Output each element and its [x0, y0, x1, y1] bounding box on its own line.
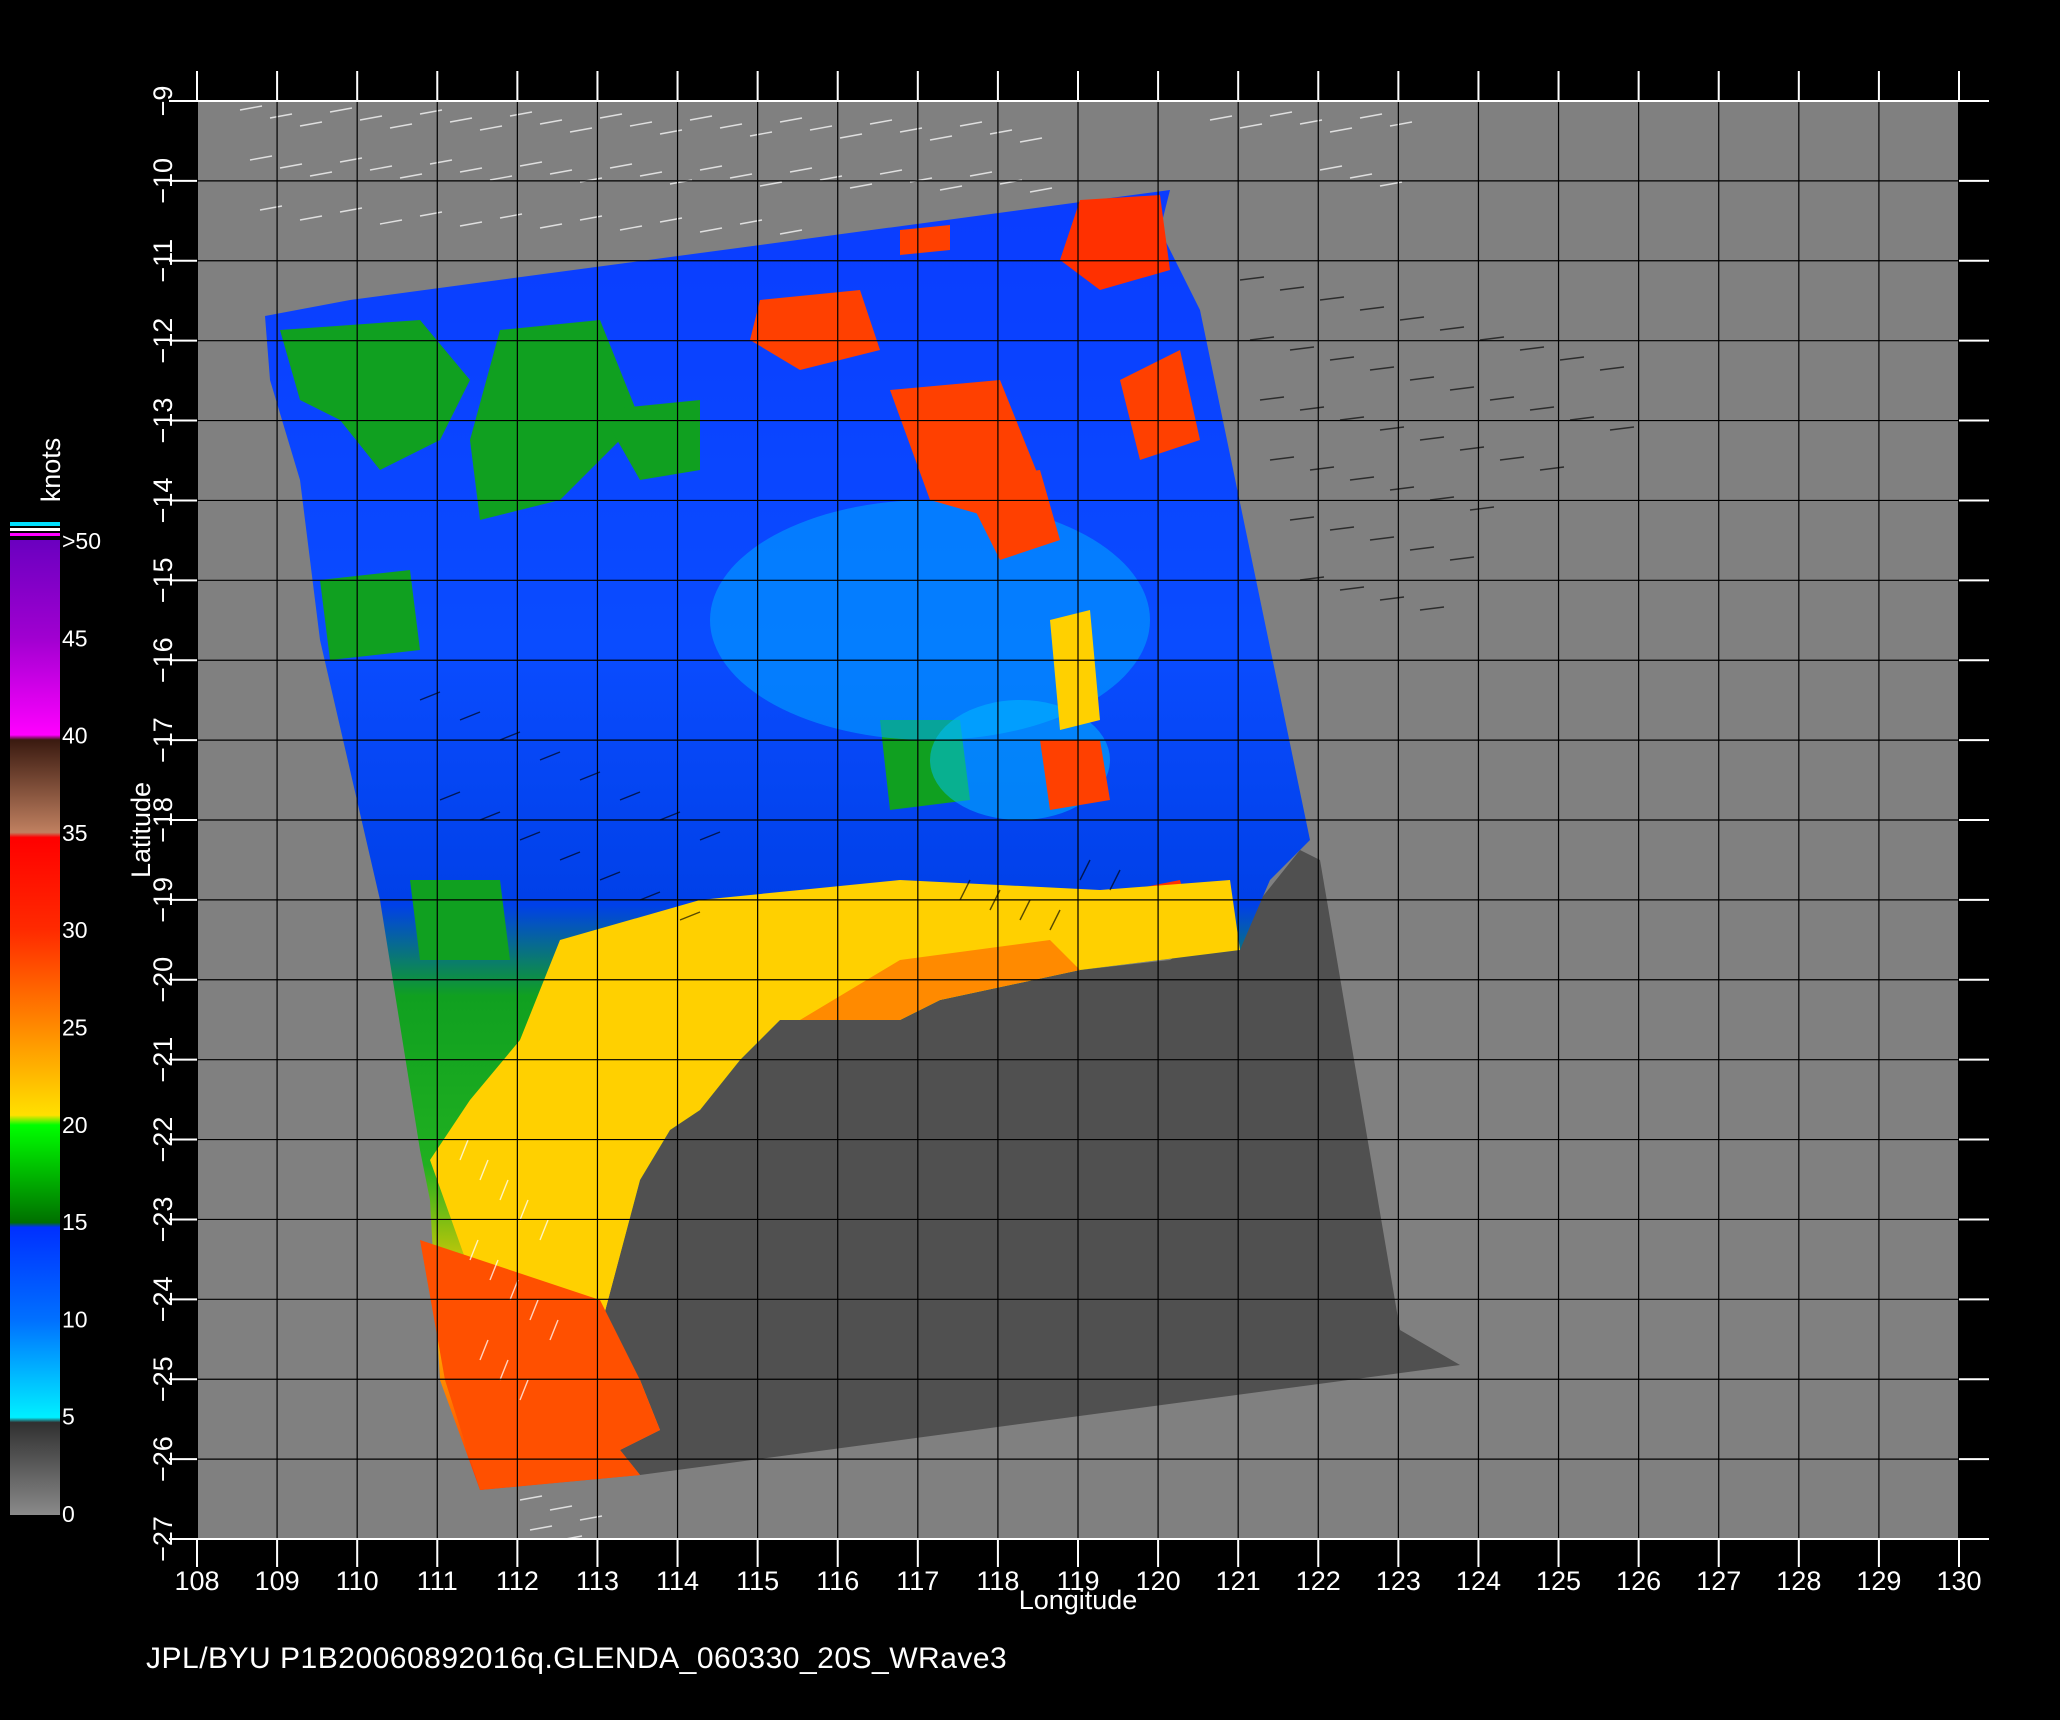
lat-tick-label: −15	[148, 557, 178, 603]
lat-tick-label: −13	[148, 398, 178, 444]
lon-tick-label: 109	[255, 1566, 300, 1596]
colorbar-label: 25	[62, 1015, 88, 1041]
lon-tick-label: 124	[1456, 1566, 1501, 1596]
wind-map: 108 109 110 111 112 113 114 115 116 117 118 119 120 1…	[10, 71, 1989, 1615]
lon-tick-label: 113	[576, 1566, 619, 1596]
lon-tick-label: 117	[896, 1566, 939, 1596]
colorbar-label: 30	[62, 917, 88, 943]
lon-tick-label: 115	[736, 1566, 779, 1596]
lat-tick-label: −23	[148, 1197, 178, 1243]
lon-tick-label: 114	[656, 1566, 699, 1596]
lon-tick-label: 120	[1136, 1566, 1181, 1596]
lon-tick-label: 108	[174, 1566, 219, 1596]
lon-tick-label: 110	[336, 1566, 379, 1596]
lat-tick-label: −14	[148, 478, 178, 524]
lat-tick-label: −20	[148, 957, 178, 1003]
lon-tick-label: 122	[1296, 1566, 1341, 1596]
y-axis-title: Latitude	[126, 782, 156, 878]
lon-tick-label: 129	[1856, 1566, 1901, 1596]
lon-tick-label: 126	[1616, 1566, 1661, 1596]
footer-caption: JPL/BYU P1B20060892016q.GLENDA_060330_20…	[146, 1642, 1008, 1675]
lat-tick-label: −16	[148, 637, 178, 683]
colorbar-unit: knots	[36, 438, 66, 503]
lat-tick-label: −22	[148, 1117, 178, 1163]
colorbar-label: >50	[62, 528, 101, 554]
colorbar-label: 0	[62, 1501, 75, 1527]
lat-tick-label: −17	[148, 717, 178, 763]
lon-tick-label: 116	[816, 1566, 859, 1596]
lat-tick-label: −11	[148, 239, 178, 283]
lon-tick-label: 127	[1696, 1566, 1741, 1596]
colorbar-gradient	[10, 540, 60, 1515]
lat-tick-label: −25	[148, 1356, 178, 1402]
lat-tick-label: −24	[148, 1276, 178, 1322]
lon-tick-label: 112	[496, 1566, 539, 1596]
lon-tick-label: 121	[1216, 1566, 1261, 1596]
lat-tick-label: −21	[148, 1037, 178, 1083]
colorbar-label: 5	[62, 1404, 75, 1430]
lat-tick-label: −10	[148, 158, 178, 204]
lon-tick-label: 130	[1936, 1566, 1981, 1596]
colorbar-labels: >50 45 40 35 30 25 20 15 10 5 0	[62, 528, 101, 1527]
lon-tick-label: 123	[1376, 1566, 1421, 1596]
colorbar-label: 35	[62, 820, 88, 846]
colorbar-label: 20	[62, 1112, 88, 1138]
lon-tick-label: 128	[1776, 1566, 1821, 1596]
colorbar-label: 45	[62, 625, 88, 651]
colorbar-label: 40	[62, 723, 88, 749]
colorbar: knots >50 45 40 35 30 25 20 15 10 5 0	[10, 438, 101, 1527]
x-axis-title: Longitude	[1019, 1585, 1138, 1615]
lon-tick-label: 118	[976, 1566, 1019, 1596]
colorbar-label: 15	[62, 1209, 88, 1235]
colorbar-top-stripe-3	[10, 533, 60, 536]
lon-tick-label: 125	[1536, 1566, 1581, 1596]
lat-tick-label: −19	[148, 877, 178, 923]
colorbar-label: 10	[62, 1306, 88, 1332]
lat-tick-label: −12	[148, 318, 178, 364]
lat-tick-label: −26	[148, 1436, 178, 1482]
colorbar-top-stripe-1	[10, 522, 60, 526]
colorbar-top-stripe-2	[10, 528, 60, 531]
lon-tick-label: 111	[417, 1566, 458, 1596]
lat-tick-label: −9	[148, 86, 178, 117]
lat-tick-label: −27	[148, 1516, 178, 1562]
